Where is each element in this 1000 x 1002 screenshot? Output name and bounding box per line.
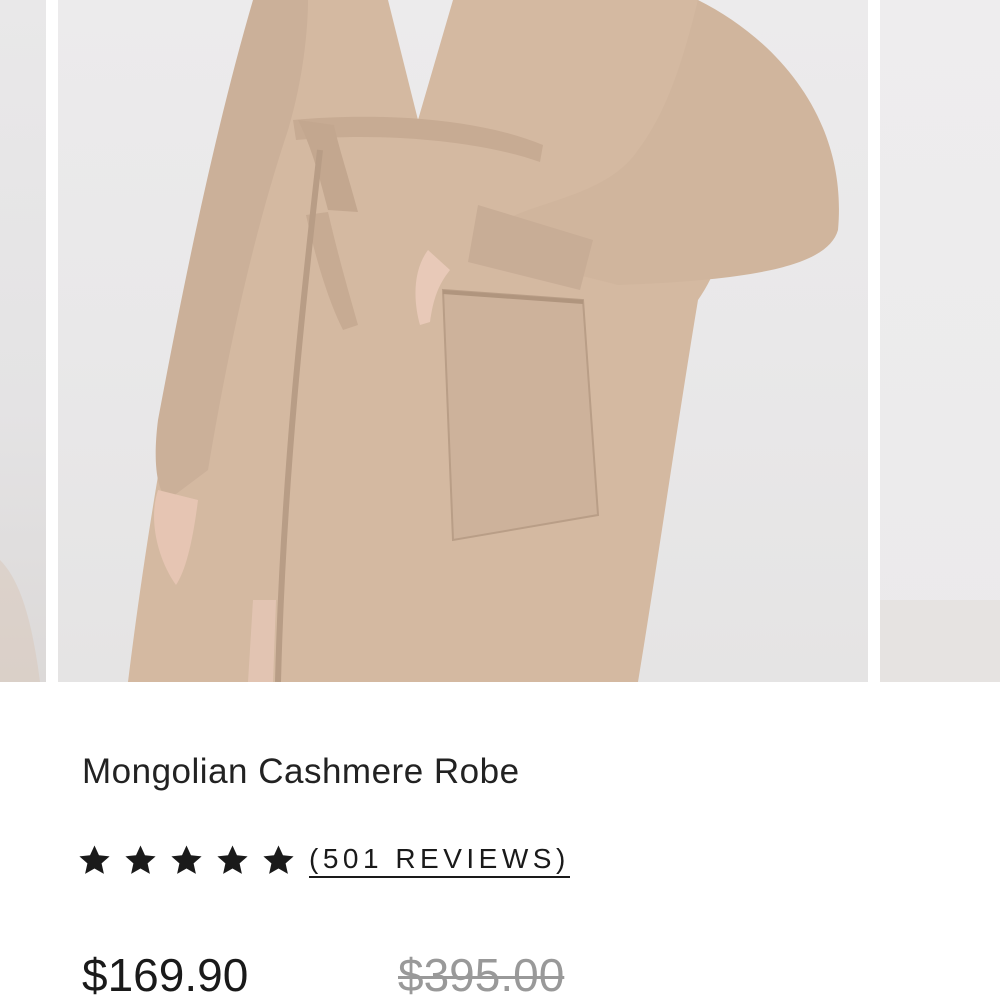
product-rating: (501 REVIEWS): [76, 840, 570, 880]
reviews-link[interactable]: (501 REVIEWS): [309, 843, 570, 878]
product-image-gallery[interactable]: [0, 0, 1000, 682]
star-icon: [263, 845, 294, 874]
gallery-image-main[interactable]: [58, 0, 868, 682]
gallery-image-next[interactable]: [880, 0, 1000, 682]
compare-at-price: $395.00: [398, 949, 565, 1001]
star-icon: [79, 845, 110, 874]
sale-price: $169.90: [82, 949, 249, 1001]
star-icon: [217, 845, 248, 874]
gallery-image-previous[interactable]: [0, 0, 46, 682]
product-title: Mongolian Cashmere Robe: [82, 752, 520, 791]
star-icon: [171, 845, 202, 874]
rating-stars: [76, 842, 297, 879]
star-icon: [125, 845, 156, 874]
